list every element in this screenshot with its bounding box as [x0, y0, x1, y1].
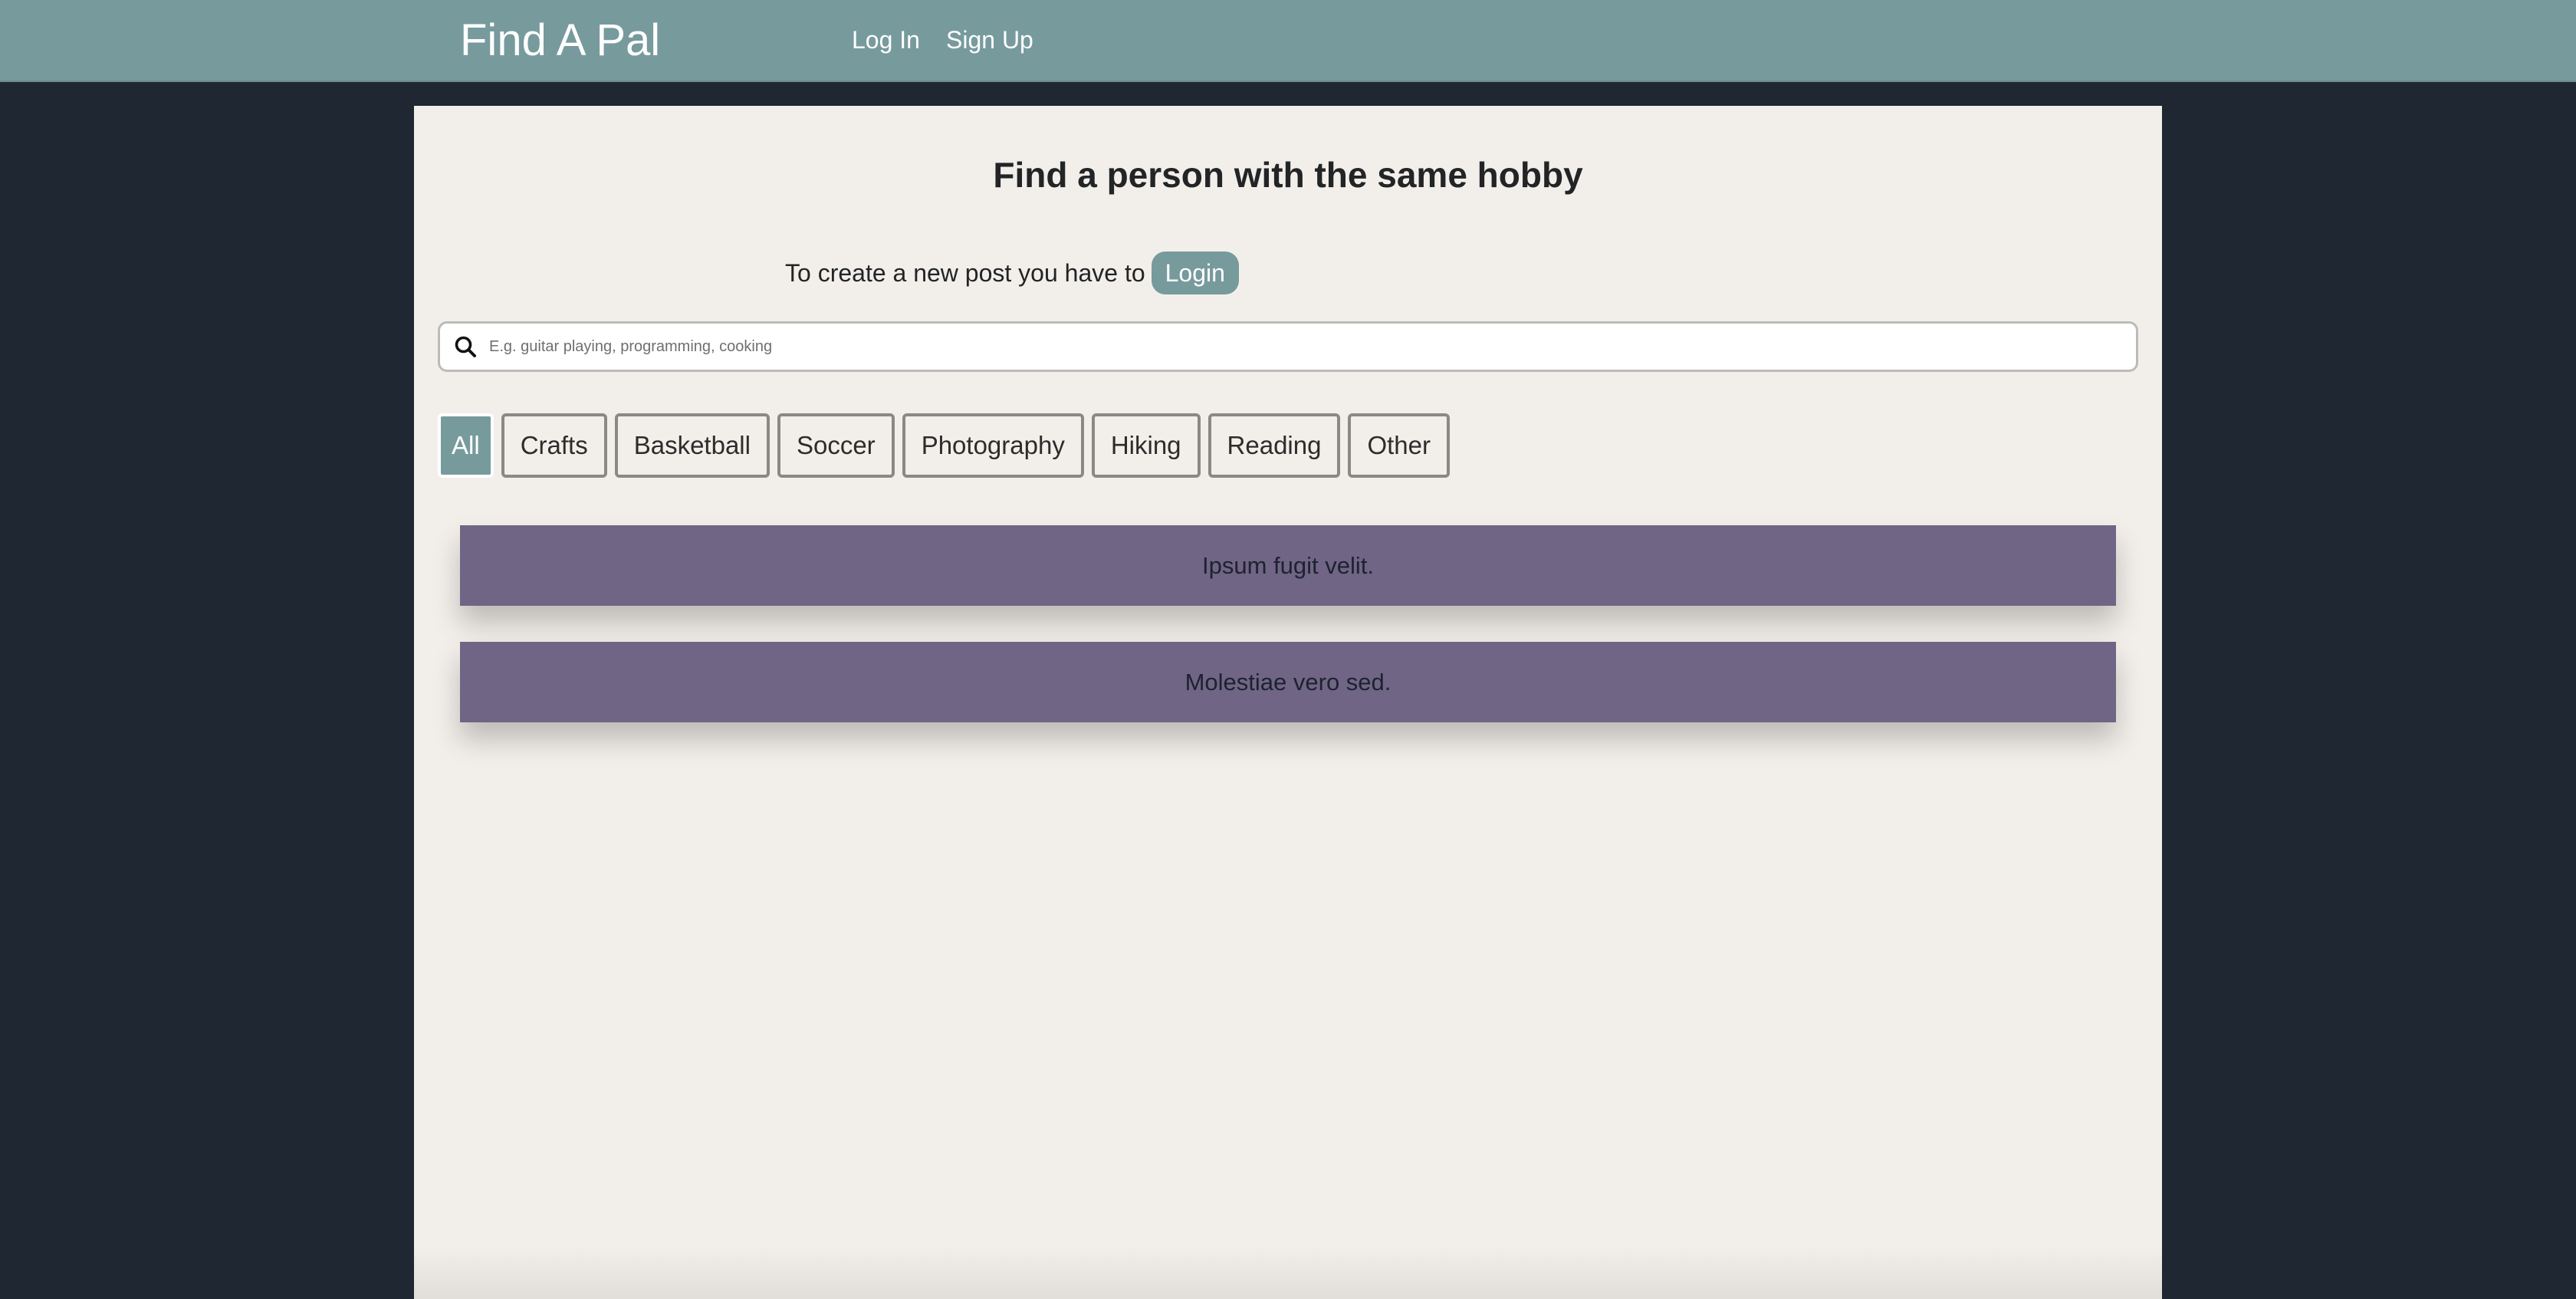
login-button[interactable]: Login [1151, 252, 1239, 294]
create-post-note: To create a new post you have to Login [785, 252, 1239, 294]
brand-link[interactable]: Find A Pal [460, 14, 660, 67]
hobby-filters: All Crafts Basketball Soccer Photography… [438, 413, 1457, 478]
filter-crafts-button[interactable]: Crafts [501, 413, 607, 478]
nav-signup-link[interactable]: Sign Up [946, 25, 1033, 55]
filter-soccer-button[interactable]: Soccer [777, 413, 895, 478]
filter-photography-button[interactable]: Photography [902, 413, 1084, 478]
nav-login-link[interactable]: Log In [852, 25, 920, 55]
create-post-note-text: To create a new post you have to [785, 259, 1145, 287]
search-bar [438, 321, 2138, 372]
post-title: Ipsum fugit velit. [1202, 551, 1374, 579]
search-icon [455, 336, 476, 357]
post-card[interactable]: Molestiae vero sed. [460, 642, 2116, 722]
filter-all-button[interactable]: All [438, 413, 494, 478]
post-title: Molestiae vero sed. [1184, 668, 1392, 696]
filter-reading-button[interactable]: Reading [1208, 413, 1341, 478]
filter-basketball-button[interactable]: Basketball [614, 413, 770, 478]
filter-other-button[interactable]: Other [1348, 413, 1451, 478]
main-panel: Find a person with the same hobby To cre… [414, 106, 2162, 1299]
panel-bottom-fade [414, 1245, 2162, 1299]
navbar: Find A Pal Log In Sign Up [0, 0, 2576, 82]
search-input[interactable] [489, 325, 2136, 368]
page-title: Find a person with the same hobby [993, 155, 1583, 195]
filter-hiking-button[interactable]: Hiking [1091, 413, 1201, 478]
post-card[interactable]: Ipsum fugit velit. [460, 525, 2116, 606]
